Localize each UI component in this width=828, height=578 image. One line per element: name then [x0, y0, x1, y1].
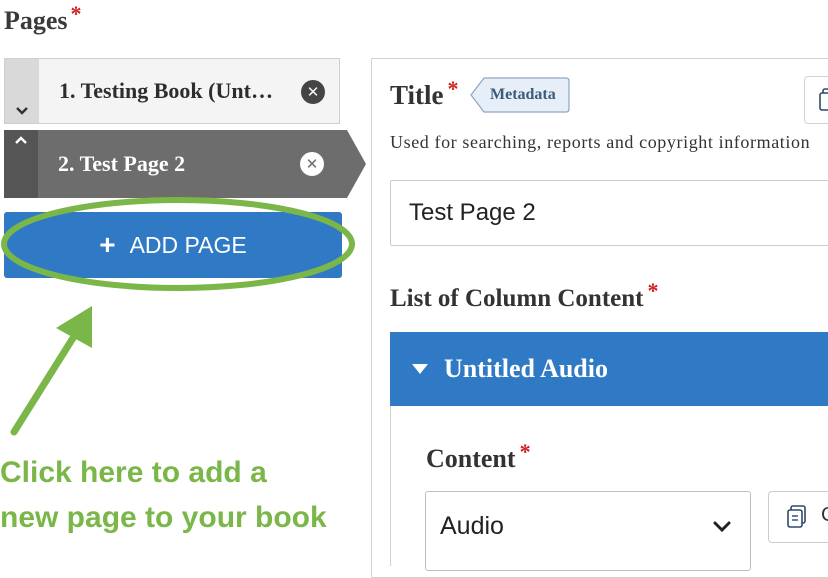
annotation-line-1: Click here to add a: [0, 456, 267, 489]
remove-page-icon[interactable]: ✕: [301, 80, 325, 104]
annotation-line-2: new page to your book: [0, 501, 327, 534]
caret-down-icon: [412, 364, 428, 374]
page-item-2[interactable]: 2. Test Page 2 ✕: [4, 130, 366, 198]
add-page-label: ADD PAGE: [129, 231, 247, 258]
chevron-up-icon[interactable]: [4, 130, 38, 198]
page-item-label: 1. Testing Book (Unt…: [59, 78, 273, 103]
pages-heading: Pages *: [4, 1, 82, 36]
title-label-text: Title: [390, 80, 444, 110]
chevron-down-icon[interactable]: [5, 59, 39, 123]
copy-icon: [819, 88, 828, 111]
page-item-1[interactable]: 1. Testing Book (Unt… ✕: [4, 58, 340, 124]
title-label: Title *: [390, 76, 459, 111]
content-type-select[interactable]: Audio: [425, 491, 751, 571]
accordion-header-untitled-audio[interactable]: Untitled Audio: [390, 332, 828, 406]
content-type-value: Audio: [440, 512, 504, 540]
metadata-tag: Metadata: [470, 77, 570, 113]
column-content-label: List of Column Content *: [390, 278, 659, 313]
content-label-text: Content: [426, 444, 516, 473]
required-asterisk: *: [447, 76, 459, 101]
copy-button[interactable]: [804, 76, 828, 124]
metadata-tag-label: Metadata: [490, 86, 556, 103]
annotation-text: Click here to add a new page to your boo…: [0, 450, 360, 540]
copy-content-button[interactable]: C: [768, 491, 828, 543]
pages-heading-label: Pages: [4, 6, 68, 35]
required-asterisk: *: [647, 278, 659, 303]
copy-icon: [787, 505, 806, 528]
title-help-text: Used for searching, reports and copyrigh…: [390, 132, 811, 152]
content-label: Content *: [426, 439, 531, 474]
remove-page-icon[interactable]: ✕: [300, 152, 324, 176]
annotation-arrow-icon: [10, 306, 92, 436]
column-content-label-text: List of Column Content: [390, 285, 644, 312]
add-page-button[interactable]: + ADD PAGE: [4, 212, 342, 278]
page-item-label: 2. Test Page 2: [58, 151, 186, 176]
plus-icon: +: [99, 229, 116, 260]
accordion-title: Untitled Audio: [444, 354, 608, 383]
chevron-down-icon: [713, 521, 731, 533]
copy-content-label: C: [821, 504, 828, 527]
required-asterisk: *: [70, 1, 82, 26]
required-asterisk: *: [519, 439, 531, 464]
title-input[interactable]: [390, 180, 828, 246]
